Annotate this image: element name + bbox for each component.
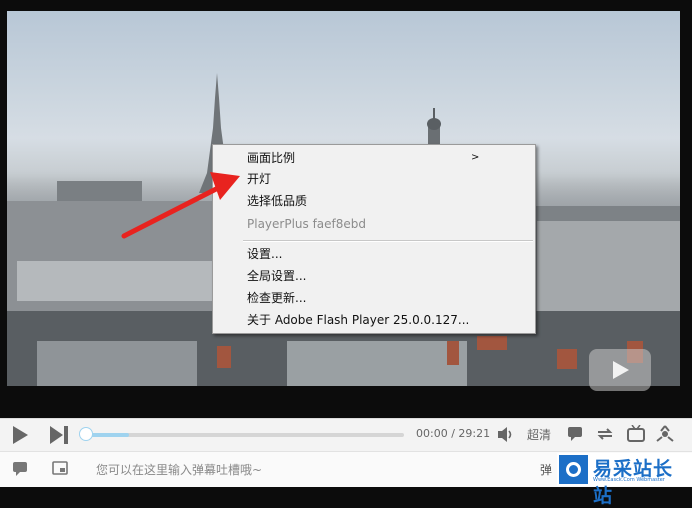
danmaku-send-button[interactable]: 弹 bbox=[540, 461, 552, 478]
chimney bbox=[557, 349, 577, 369]
roof-front-mid bbox=[287, 341, 467, 386]
menu-item-check-updates[interactable]: 检查更新... bbox=[213, 287, 535, 309]
roof-front-left bbox=[37, 341, 197, 386]
volume-icon[interactable] bbox=[497, 426, 515, 443]
chimney bbox=[447, 341, 459, 365]
play-icon[interactable] bbox=[10, 425, 30, 445]
tv-icon[interactable] bbox=[627, 425, 645, 442]
loop-icon[interactable] bbox=[596, 426, 614, 442]
progress-handle[interactable] bbox=[79, 427, 93, 441]
building-right bbox=[537, 221, 680, 321]
danmaku-toggle-icon[interactable] bbox=[12, 461, 28, 477]
menu-item-label: 选择低品质 bbox=[247, 194, 308, 208]
menu-item-label: 开灯 bbox=[247, 172, 272, 186]
danmaku-settings-icon[interactable] bbox=[52, 461, 68, 476]
video-player: 画面比例 > 开灯 选择低品质 PlayerPlus faef8ebd 设置..… bbox=[0, 0, 692, 507]
chimney bbox=[477, 336, 507, 350]
roof-left bbox=[17, 261, 217, 301]
menu-item-label: 检查更新... bbox=[247, 291, 307, 305]
menu-item-label: PlayerPlus faef8ebd bbox=[247, 217, 367, 231]
menu-item-global-settings[interactable]: 全局设置... bbox=[213, 265, 535, 287]
comment-icon[interactable] bbox=[567, 426, 583, 442]
menu-item-label: 全局设置... bbox=[247, 269, 307, 283]
menu-item-light-on[interactable]: 开灯 bbox=[213, 168, 535, 190]
fullscreen-icon[interactable] bbox=[655, 425, 675, 443]
menu-item-settings[interactable]: 设置... bbox=[213, 243, 535, 265]
chimney bbox=[217, 346, 231, 368]
menu-item-aspect-ratio[interactable]: 画面比例 > bbox=[213, 147, 535, 169]
menu-item-low-quality[interactable]: 选择低品质 bbox=[213, 190, 535, 212]
menu-item-about-flash[interactable]: 关于 Adobe Flash Player 25.0.0.127... bbox=[213, 309, 535, 331]
time-display: 00:00 / 29:21 bbox=[416, 427, 491, 440]
watermark-logo-icon bbox=[559, 455, 588, 484]
progress-bar[interactable] bbox=[84, 433, 404, 437]
submenu-arrow-icon: > bbox=[471, 152, 480, 163]
menu-item-label: 画面比例 bbox=[247, 151, 296, 165]
control-bar: 00:00 / 29:21 超清 bbox=[0, 418, 692, 451]
site-watermark: 易采站长站 Www.Easck.Com Webmaster bbox=[557, 453, 692, 507]
big-play-icon[interactable] bbox=[589, 349, 651, 391]
menu-item-playerplus-version: PlayerPlus faef8ebd bbox=[213, 213, 535, 235]
menu-item-label: 设置... bbox=[247, 247, 283, 261]
quality-selector[interactable]: 超清 bbox=[527, 426, 551, 443]
context-menu: 画面比例 > 开灯 选择低品质 PlayerPlus faef8ebd 设置..… bbox=[212, 144, 536, 334]
menu-separator bbox=[243, 240, 533, 242]
next-icon[interactable] bbox=[48, 425, 70, 445]
danmaku-input[interactable]: 您可以在这里输入弹幕吐槽哦~ bbox=[96, 461, 262, 478]
menu-item-label: 关于 Adobe Flash Player 25.0.0.127... bbox=[247, 313, 470, 327]
watermark-subtitle: Www.Easck.Com Webmaster bbox=[593, 477, 665, 483]
